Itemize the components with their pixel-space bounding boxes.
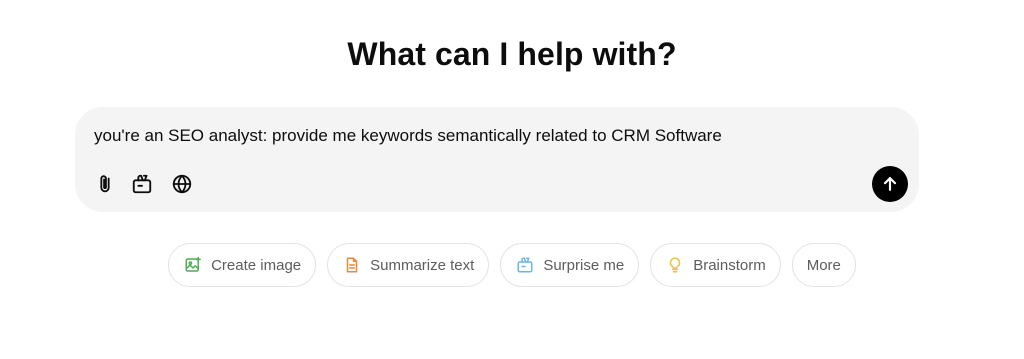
arrow-up-icon xyxy=(883,177,897,191)
search-web-button[interactable] xyxy=(169,171,195,197)
composer xyxy=(75,107,919,212)
attach-button[interactable] xyxy=(92,171,118,197)
document-icon xyxy=(343,256,361,274)
chip-brainstorm[interactable]: Brainstorm xyxy=(650,243,781,287)
lightbulb-icon xyxy=(666,256,684,274)
image-icon xyxy=(184,256,202,274)
chip-create-image[interactable]: Create image xyxy=(168,243,317,287)
suggestion-chips: Create image Summarize text Surprise me … xyxy=(0,243,1024,287)
chip-label: Surprise me xyxy=(543,256,625,274)
send-button[interactable] xyxy=(872,166,908,202)
chip-surprise-me[interactable]: Surprise me xyxy=(500,243,640,287)
toolbox-icon xyxy=(132,174,152,194)
globe-icon xyxy=(172,174,192,194)
chip-more[interactable]: More xyxy=(791,243,856,287)
chat-home: What can I help with? you're an SEO anal… xyxy=(0,0,1024,359)
tools-button[interactable] xyxy=(129,171,155,197)
chip-label: Brainstorm xyxy=(693,256,766,274)
prompt-input[interactable] xyxy=(94,124,854,148)
chip-summarize-text[interactable]: Summarize text xyxy=(327,243,490,287)
chip-label: More xyxy=(806,256,841,274)
page-title: What can I help with? xyxy=(347,36,677,72)
chip-label: Create image xyxy=(211,256,302,274)
chip-label: Summarize text xyxy=(370,256,475,274)
gift-icon xyxy=(516,256,534,274)
paperclip-icon xyxy=(100,175,110,193)
